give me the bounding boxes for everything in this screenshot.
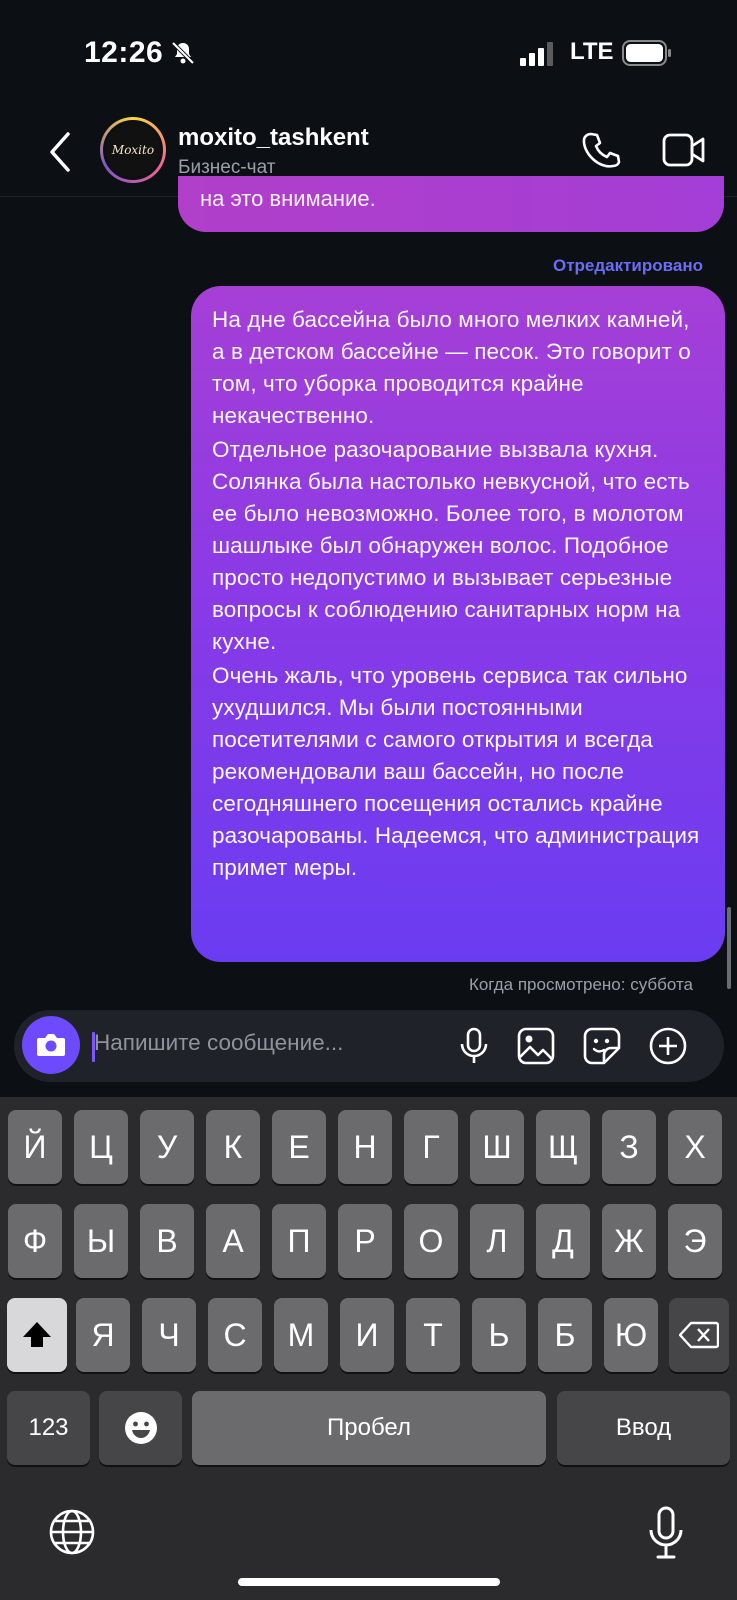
message-paragraph: На дне бассейна было много мелких камней… xyxy=(212,307,691,428)
key-9[interactable]: Ю xyxy=(604,1298,658,1372)
gallery-icon[interactable] xyxy=(516,1026,556,1066)
backspace-key[interactable] xyxy=(669,1298,729,1372)
key-9[interactable]: Д xyxy=(536,1204,590,1278)
key-10[interactable]: Ж xyxy=(602,1204,656,1278)
key-4[interactable]: А xyxy=(206,1204,260,1278)
previous-message-bubble[interactable]: на это внимание. xyxy=(178,176,724,232)
scrollbar[interactable] xyxy=(727,907,731,989)
dictation-mic-icon[interactable] xyxy=(646,1506,686,1560)
previous-message-text: на это внимание. xyxy=(200,186,376,211)
camera-icon xyxy=(37,1034,65,1056)
home-indicator[interactable] xyxy=(238,1578,500,1586)
key-4[interactable]: М xyxy=(274,1298,328,1372)
key-1[interactable]: Я xyxy=(76,1298,130,1372)
video-call-icon[interactable] xyxy=(662,132,706,168)
shift-key[interactable] xyxy=(7,1298,67,1372)
bell-off-icon xyxy=(171,41,195,65)
space-key[interactable]: Пробел xyxy=(192,1391,546,1465)
key-10[interactable]: З xyxy=(602,1110,656,1184)
key-8[interactable]: Ш xyxy=(470,1110,524,1184)
key-1[interactable]: Й xyxy=(8,1110,62,1184)
network-type: LTE xyxy=(570,38,614,65)
key-2[interactable]: Ц xyxy=(74,1110,128,1184)
message-paragraph: Отдельное разочарование вызвала кухня. С… xyxy=(212,437,690,654)
key-6[interactable]: Т xyxy=(406,1298,460,1372)
key-5[interactable]: Е xyxy=(272,1110,326,1184)
key-6[interactable]: Н xyxy=(338,1110,392,1184)
key-9[interactable]: Щ xyxy=(536,1110,590,1184)
key-4[interactable]: К xyxy=(206,1110,260,1184)
seen-status: Когда просмотрено: суббота xyxy=(468,975,693,994)
key-7[interactable]: Ь xyxy=(472,1298,526,1372)
plus-icon[interactable] xyxy=(648,1026,688,1066)
message-paragraph: Очень жаль, что уровень сервиса так силь… xyxy=(212,663,700,880)
key-7[interactable]: О xyxy=(404,1204,458,1278)
key-6[interactable]: Р xyxy=(338,1204,392,1278)
avatar[interactable]: Moxito xyxy=(100,117,166,183)
sticker-icon[interactable] xyxy=(582,1026,622,1066)
signal-icon xyxy=(520,42,553,66)
back-arrow-icon[interactable] xyxy=(46,130,76,174)
key-1[interactable]: Ф xyxy=(8,1204,62,1278)
battery-icon xyxy=(622,40,671,66)
key-3[interactable]: У xyxy=(140,1110,194,1184)
emoji-icon xyxy=(124,1412,157,1444)
edited-label: Отредактировано xyxy=(552,256,703,275)
emoji-key[interactable] xyxy=(99,1391,182,1465)
key-5[interactable]: И xyxy=(340,1298,394,1372)
key-2[interactable]: Ы xyxy=(74,1204,128,1278)
key-3[interactable]: С xyxy=(208,1298,262,1372)
microphone-icon[interactable] xyxy=(454,1026,494,1066)
chat-title[interactable]: moxito_tashkent xyxy=(178,124,369,152)
camera-button[interactable] xyxy=(22,1016,80,1074)
avatar-logo: Moxito xyxy=(103,120,163,180)
key-5[interactable]: П xyxy=(272,1204,326,1278)
message-input[interactable]: Напишите сообщение... xyxy=(94,1030,343,1056)
key-8[interactable]: Л xyxy=(470,1204,524,1278)
numbers-key[interactable]: 123 xyxy=(7,1391,90,1465)
status-time: 12:26 xyxy=(84,36,164,69)
return-key[interactable]: Ввод xyxy=(557,1391,730,1465)
key-7[interactable]: Г xyxy=(404,1110,458,1184)
message-bubble[interactable]: На дне бассейна было много мелких камней… xyxy=(191,286,725,962)
phone-icon[interactable] xyxy=(582,130,622,170)
key-11[interactable]: Х xyxy=(668,1110,722,1184)
key-11[interactable]: Э xyxy=(668,1204,722,1278)
globe-icon[interactable] xyxy=(48,1508,96,1556)
shift-icon xyxy=(23,1322,51,1347)
key-3[interactable]: В xyxy=(140,1204,194,1278)
key-8[interactable]: Б xyxy=(538,1298,592,1372)
backspace-icon xyxy=(679,1321,719,1349)
key-2[interactable]: Ч xyxy=(142,1298,196,1372)
